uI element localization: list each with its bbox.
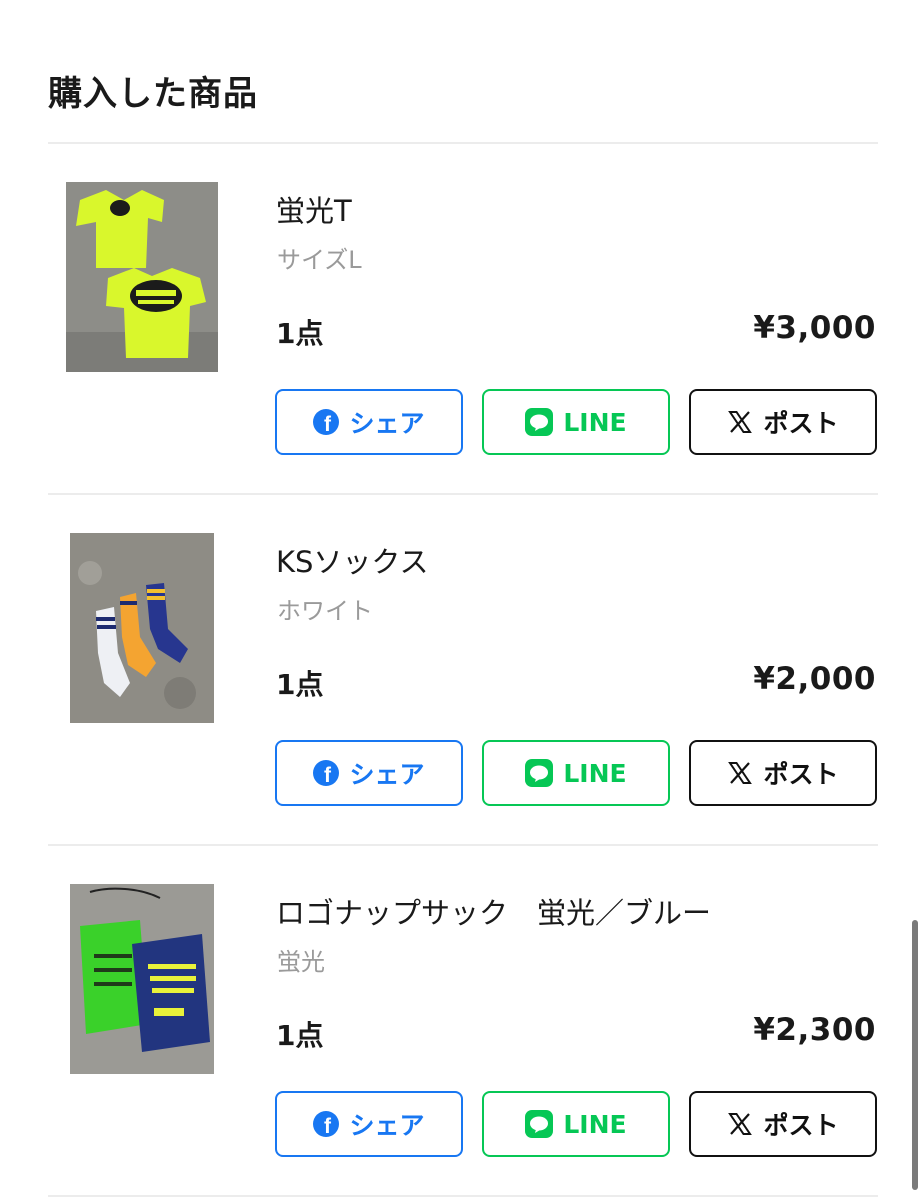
- line-share-label: LINE: [563, 758, 627, 788]
- facebook-icon: f: [313, 409, 340, 435]
- x-post-label: ポスト: [763, 760, 839, 789]
- line-share-button[interactable]: LINE: [482, 389, 670, 455]
- product-name[interactable]: ロゴナップサック 蛍光／ブルー: [276, 890, 711, 932]
- divider: [48, 1195, 878, 1197]
- facebook-share-button[interactable]: f シェア: [275, 740, 463, 806]
- purchased-item: 蛍光T サイズL 1点 ¥3,000 f シェア LINE ポスト: [0, 182, 924, 482]
- product-variant: ホワイト: [277, 597, 373, 625]
- facebook-icon: f: [313, 760, 340, 786]
- x-post-label: ポスト: [763, 409, 839, 438]
- facebook-share-label: シェア: [349, 1111, 425, 1140]
- x-logo-icon: [727, 409, 753, 435]
- product-price: ¥2,000: [753, 661, 876, 697]
- product-name[interactable]: KSソックス: [276, 539, 429, 581]
- product-variant: サイズL: [277, 246, 362, 274]
- purchased-item: ロゴナップサック 蛍光／ブルー 蛍光 1点 ¥2,300 f シェア LINE …: [0, 884, 924, 1184]
- x-post-button[interactable]: ポスト: [689, 1091, 877, 1157]
- line-share-label: LINE: [563, 1109, 627, 1139]
- page-title: 購入した商品: [48, 74, 258, 114]
- line-icon: [525, 1110, 554, 1138]
- x-logo-icon: [727, 760, 753, 786]
- product-quantity: 1点: [276, 317, 324, 350]
- product-image-neon-tshirt[interactable]: [66, 182, 218, 372]
- facebook-share-button[interactable]: f シェア: [275, 1091, 463, 1157]
- x-post-label: ポスト: [763, 1111, 839, 1140]
- product-name[interactable]: 蛍光T: [276, 188, 352, 230]
- product-quantity: 1点: [276, 668, 324, 701]
- line-share-button[interactable]: LINE: [482, 1091, 670, 1157]
- scrollbar[interactable]: [912, 920, 918, 1190]
- purchased-item: KSソックス ホワイト 1点 ¥2,000 f シェア LINE ポスト: [0, 533, 924, 833]
- product-price: ¥3,000: [753, 310, 876, 346]
- line-share-button[interactable]: LINE: [482, 740, 670, 806]
- divider: [48, 844, 878, 846]
- facebook-share-button[interactable]: f シェア: [275, 389, 463, 455]
- product-variant: 蛍光: [277, 948, 325, 976]
- facebook-icon: f: [313, 1111, 340, 1137]
- divider: [48, 142, 878, 144]
- product-image-knapsacks[interactable]: [70, 884, 214, 1074]
- line-share-label: LINE: [563, 407, 627, 437]
- x-post-button[interactable]: ポスト: [689, 740, 877, 806]
- x-post-button[interactable]: ポスト: [689, 389, 877, 455]
- facebook-share-label: シェア: [349, 760, 425, 789]
- facebook-share-label: シェア: [349, 409, 425, 438]
- product-price: ¥2,300: [753, 1012, 876, 1048]
- line-icon: [525, 408, 554, 436]
- x-logo-icon: [727, 1111, 753, 1137]
- line-icon: [525, 759, 554, 787]
- product-image-socks[interactable]: [70, 533, 214, 723]
- divider: [48, 493, 878, 495]
- product-quantity: 1点: [276, 1019, 324, 1052]
